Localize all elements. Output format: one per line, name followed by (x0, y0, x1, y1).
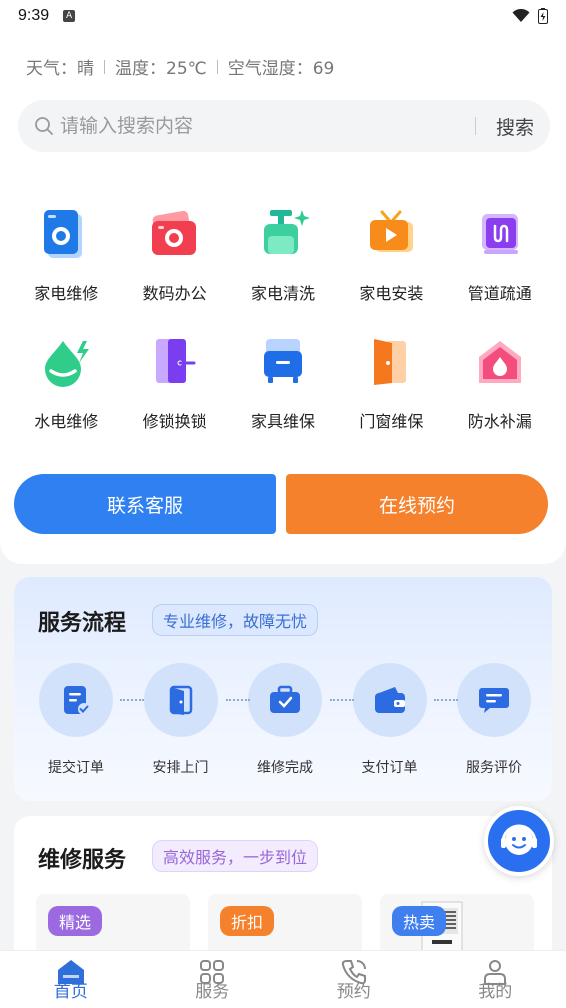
weather-text: 天气：晴 (26, 59, 94, 79)
category-label: 修锁换锁 (142, 412, 207, 431)
weather-bar: 天气：晴 温度：25℃ 空气湿度：69 (26, 54, 334, 79)
step-submit-order: 提交订单 (36, 663, 116, 777)
category-label: 水电维修 (34, 412, 99, 431)
app-badge: A (63, 10, 76, 22)
search-input[interactable] (60, 115, 475, 137)
category-label: 家电清洗 (250, 284, 315, 303)
hot-sale-badge: 热卖 (392, 906, 447, 936)
humidity-text: 空气湿度：69 (227, 59, 335, 79)
wallet-icon (352, 663, 427, 737)
service-process-card: 服务流程 专业维修，故障无忧 提交订单 安排上门 维修完成 支付订单 服务评价 (14, 577, 552, 801)
repair-title: 维修服务 (38, 848, 127, 873)
nav-label: 首页 (53, 982, 88, 1002)
step-label: 支付订单 (361, 760, 418, 776)
customer-service-float-button[interactable] (484, 806, 554, 876)
category-furniture-maintenance[interactable]: 家具维保 (229, 332, 337, 432)
tv-icon (361, 204, 421, 264)
door-window-icon (361, 332, 421, 392)
category-label: 家电维修 (34, 284, 99, 303)
search-icon (35, 117, 53, 135)
status-bar: 9:39 A (0, 0, 566, 32)
step-label: 安排上门 (152, 760, 209, 776)
process-title: 服务流程 (38, 611, 127, 636)
category-pipe-unclog[interactable]: 管道疏通 (446, 204, 554, 304)
door-lock-icon (145, 332, 205, 392)
search-button[interactable]: 搜索 (496, 113, 534, 140)
discount-badge: 折扣 (220, 906, 275, 936)
washing-machine-icon (36, 204, 96, 264)
nav-mine[interactable]: 我的 (425, 951, 566, 1008)
weather-divider (104, 59, 105, 74)
contact-service-button[interactable]: 联系客服 (14, 474, 276, 534)
pipe-icon (470, 204, 530, 264)
step-pay-order: 支付订单 (350, 663, 430, 777)
step-service-review: 服务评价 (454, 663, 534, 777)
battery-icon (538, 8, 548, 24)
step-arrange-visit: 安排上门 (141, 663, 221, 777)
repair-tag: 高效服务，一步到位 (152, 840, 319, 872)
search-divider (474, 117, 476, 135)
water-electric-icon (36, 332, 96, 392)
toolbox-icon (248, 663, 322, 737)
nav-booking[interactable]: 预约 (283, 951, 425, 1008)
search-bar: 搜索 (18, 100, 550, 152)
nav-label: 服务 (195, 982, 230, 1002)
process-steps: 提交订单 安排上门 维修完成 支付订单 服务评价 (36, 663, 534, 777)
category-waterproof[interactable]: 防水补漏 (446, 332, 554, 432)
document-check-icon (39, 663, 113, 737)
featured-badge: 精选 (48, 906, 103, 936)
category-water-electric[interactable]: 水电维修 (12, 332, 120, 432)
category-digital-office[interactable]: 数码办公 (120, 204, 228, 304)
nav-home[interactable]: 首页 (0, 951, 142, 1008)
online-booking-button[interactable]: 在线预约 (286, 474, 548, 534)
door-icon (143, 663, 218, 737)
category-appliance-install[interactable]: 家电安装 (337, 204, 445, 304)
wifi-icon (512, 9, 530, 22)
category-label: 防水补漏 (467, 412, 532, 431)
step-connector (120, 699, 144, 701)
category-appliance-repair[interactable]: 家电维修 (12, 204, 120, 304)
furniture-icon (253, 332, 313, 392)
temperature-text: 温度：25℃ (115, 59, 207, 79)
bottom-nav: 首页 服务 预约 我的 (0, 950, 566, 1008)
category-label: 门窗维保 (359, 412, 424, 431)
category-label: 家电安装 (359, 284, 424, 303)
step-label: 服务评价 (466, 760, 522, 776)
process-tag: 专业维修，故障无忧 (152, 604, 319, 636)
category-label: 家具维保 (250, 412, 315, 431)
step-connector (330, 699, 354, 701)
camera-icon (145, 204, 205, 264)
cleaning-bottle-icon (253, 204, 313, 264)
step-connector (434, 699, 458, 701)
customer-service-icon (501, 824, 537, 855)
nav-services[interactable]: 服务 (142, 951, 284, 1008)
category-door-window[interactable]: 门窗维保 (337, 332, 445, 432)
category-label: 管道疏通 (467, 284, 532, 303)
action-buttons: 联系客服 在线预约 (14, 474, 548, 534)
nav-label: 我的 (478, 982, 513, 1002)
nav-label: 预约 (336, 982, 371, 1002)
category-lock-change[interactable]: 修锁换锁 (120, 332, 228, 432)
category-appliance-cleaning[interactable]: 家电清洗 (229, 204, 337, 304)
step-repair-complete: 维修完成 (245, 663, 325, 777)
chat-icon (457, 663, 531, 737)
top-panel: 天气：晴 温度：25℃ 空气湿度：69 搜索 家电维修 数码办公 (0, 32, 566, 564)
status-time: 9:39 (18, 7, 50, 24)
step-connector (226, 699, 250, 701)
step-label: 提交订单 (48, 760, 104, 776)
category-label: 数码办公 (142, 284, 207, 303)
category-grid: 家电维修 数码办公 家电清洗 家电安装 管道疏通 水电维修 修锁换锁 家具维保 … (0, 204, 566, 432)
waterproof-icon (470, 332, 530, 392)
step-label: 维修完成 (257, 760, 313, 776)
weather-divider (216, 59, 218, 74)
